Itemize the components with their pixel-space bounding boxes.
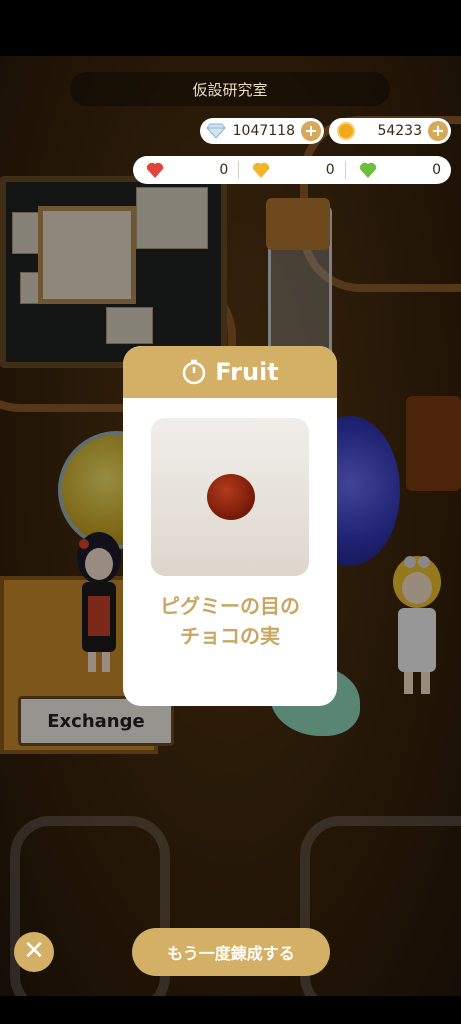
gems-counter: 1047118 + [200,118,324,144]
retry-synthesis-button[interactable]: もう一度錬成する [132,928,330,976]
coins-value: 54233 [377,123,422,139]
timer-icon [183,359,206,385]
close-button[interactable]: ✕ [14,932,54,972]
green-heart-icon [359,162,376,178]
card-header: Fruit [123,346,337,398]
yellow-heart-icon [253,162,270,178]
red-heart-counter: 0 [133,161,238,179]
navigation-bar [0,996,461,1024]
red-heart-icon [146,162,164,178]
chocolate-fruit-image [207,474,255,520]
yellow-heart-counter: 0 [239,161,344,179]
yellow-heart-value: 0 [325,162,335,178]
diamond-icon [206,123,226,139]
heart-counters: 0 0 0 [133,156,451,184]
card-title: Fruit [215,358,279,386]
result-card: Fruit ピグミーの目の チョコの実 [123,346,337,706]
gems-value: 1047118 [232,123,295,139]
green-heart-value: 0 [432,162,441,178]
page-title: 仮設研究室 [70,72,390,106]
coin-icon [337,122,355,140]
add-coins-button[interactable]: + [428,121,448,141]
coins-counter: 54233 + [329,118,451,144]
add-gems-button[interactable]: + [301,121,321,141]
green-heart-counter: 0 [346,161,451,179]
item-name-line-2: チョコの実 [180,624,280,648]
status-bar [0,0,461,56]
item-name-line-1: ピグミーの目の [160,594,300,618]
item-name: ピグミーの目の チョコの実 [123,591,337,651]
red-heart-value: 0 [219,162,229,178]
item-image-box [151,418,309,576]
